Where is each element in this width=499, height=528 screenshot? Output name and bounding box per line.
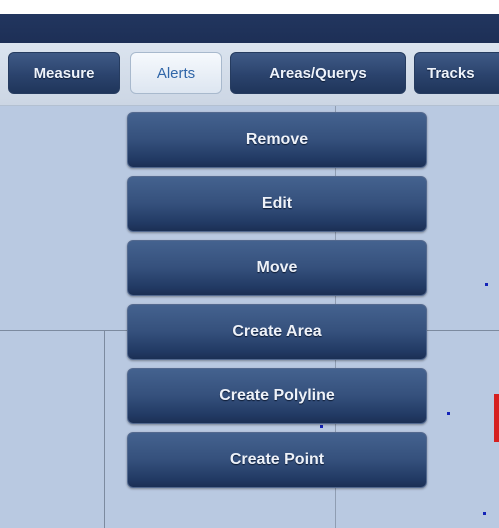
map-point[interactable] <box>485 283 488 286</box>
remove-button[interactable]: Remove <box>127 112 427 168</box>
tab-tracks[interactable]: Tracks <box>414 52 499 94</box>
map-point[interactable] <box>447 412 450 415</box>
tab-measure[interactable]: Measure <box>8 52 120 94</box>
edit-button[interactable]: Edit <box>127 176 427 232</box>
tab-alerts[interactable]: Alerts <box>130 52 222 94</box>
title-bar <box>0 14 499 43</box>
tab-areas-querys[interactable]: Areas/Querys <box>230 52 406 94</box>
move-button[interactable]: Move <box>127 240 427 296</box>
map-point[interactable] <box>320 425 323 428</box>
map-grid-line <box>104 330 105 528</box>
map-marker[interactable] <box>494 394 499 442</box>
window-top-edge <box>0 0 499 14</box>
create-polyline-button[interactable]: Create Polyline <box>127 368 427 424</box>
create-area-button[interactable]: Create Area <box>127 304 427 360</box>
map-point[interactable] <box>483 512 486 515</box>
create-point-button[interactable]: Create Point <box>127 432 427 488</box>
